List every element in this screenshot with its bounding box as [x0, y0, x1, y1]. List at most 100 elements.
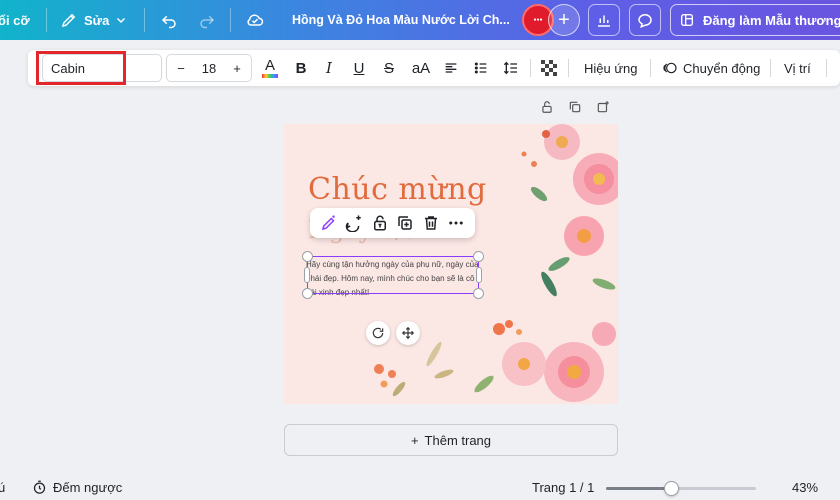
divider [144, 8, 145, 32]
spacing-button[interactable] [500, 54, 522, 82]
resize-button[interactable]: ổi cỡ [0, 0, 30, 40]
decrease-size-button[interactable]: − [167, 61, 195, 76]
line-spacing-icon [503, 61, 517, 75]
bottom-bar: ú Đếm ngược Trang 1 / 1 43% [0, 476, 840, 500]
align-button[interactable] [440, 54, 462, 82]
effects-label: Hiệu ứng [584, 60, 638, 76]
rotate-icon [372, 327, 384, 339]
animate-button[interactable]: Chuyển động [662, 54, 760, 82]
chevron-down-icon [117, 17, 126, 24]
notes-label-fragment: ú [0, 480, 6, 495]
position-button[interactable]: Vị trí [784, 54, 811, 82]
headline-text[interactable]: Chúc mừng [308, 172, 487, 207]
animate-label: Chuyển động [683, 60, 761, 76]
cloud-save-button[interactable] [240, 5, 270, 35]
duplicate-page-icon[interactable] [568, 100, 582, 114]
bold-button[interactable]: B [290, 54, 312, 82]
magic-edit-icon[interactable] [320, 214, 338, 232]
underline-icon: U [353, 59, 365, 77]
element-context-menu [310, 208, 475, 238]
move-icon [401, 326, 415, 340]
timer-label: Đếm ngược [53, 480, 123, 495]
zoom-slider-fill [606, 487, 671, 490]
duplicate-icon[interactable] [396, 214, 414, 232]
resize-handle-right[interactable] [476, 267, 482, 283]
lock-icon[interactable] [540, 100, 554, 114]
timer-icon [33, 480, 46, 494]
bold-icon: B [295, 59, 307, 77]
insights-button[interactable] [588, 4, 620, 36]
lock-element-icon[interactable] [371, 214, 389, 232]
undo-button[interactable] [154, 5, 184, 35]
italic-icon: I [326, 59, 332, 77]
transparency-button[interactable] [538, 54, 560, 82]
divider [568, 59, 569, 77]
resize-handle-top-left[interactable] [302, 251, 313, 262]
divider [650, 59, 651, 77]
italic-button[interactable]: I [318, 54, 340, 82]
font-size-stepper[interactable]: − 18 + [166, 54, 252, 82]
comment-icon [638, 14, 652, 28]
bullet-list-icon [474, 62, 487, 74]
font-size-value[interactable]: 18 [195, 61, 223, 76]
comment-add-icon[interactable] [345, 214, 363, 232]
animation-icon [663, 62, 677, 74]
case-label: aA [411, 59, 431, 77]
increase-size-button[interactable]: + [223, 61, 251, 76]
list-button[interactable] [470, 54, 492, 82]
redo-icon [200, 15, 215, 29]
add-page-label: Thêm trang [424, 432, 492, 448]
align-left-icon [445, 63, 457, 73]
strikethrough-button[interactable]: S [378, 54, 400, 82]
text-case-button[interactable]: aA [408, 54, 434, 82]
strikethrough-icon: S [383, 59, 394, 77]
text-selection-box[interactable] [307, 256, 479, 294]
notes-button[interactable]: ú [0, 480, 5, 495]
position-label: Vị trí [784, 60, 811, 76]
document-title[interactable]: Hồng Và Đỏ Hoa Màu Nước Lời Ch... [292, 0, 510, 40]
underline-button[interactable]: U [348, 54, 370, 82]
resize-handle-top-right[interactable] [473, 251, 484, 262]
zoom-slider-knob[interactable] [664, 481, 679, 496]
divider [46, 8, 47, 32]
edit-label: Sửa [84, 12, 110, 28]
text-color-button[interactable]: A [258, 54, 282, 82]
effects-button[interactable]: Hiệu ứng [584, 54, 638, 82]
redo-button[interactable] [192, 5, 222, 35]
color-strip [262, 73, 278, 78]
rotate-button[interactable] [366, 321, 390, 345]
zoom-slider[interactable] [606, 481, 756, 496]
resize-handle-left[interactable] [304, 267, 310, 283]
text-format-toolbar: Cabin − 18 + A B I U S aA Hiệu ứng Chuyể… [28, 50, 840, 86]
plus-icon: + [410, 432, 419, 448]
comments-button[interactable] [629, 4, 661, 36]
cloud-check-icon [247, 14, 264, 26]
divider [826, 59, 827, 77]
divider [770, 59, 771, 77]
add-collaborator-button[interactable]: + [548, 4, 580, 36]
divider [230, 8, 231, 32]
transparency-icon [541, 60, 557, 76]
resize-handle-bottom-right[interactable] [473, 288, 484, 299]
publish-template-button[interactable]: Đăng làm Mẫu thương hi [670, 4, 840, 36]
more-options-icon[interactable] [447, 214, 465, 232]
timer-button[interactable]: Đếm ngược [32, 480, 122, 495]
zoom-level-button[interactable]: 43% [792, 480, 818, 495]
bar-chart-icon [598, 15, 610, 27]
publish-label: Đăng làm Mẫu thương hi [703, 12, 840, 28]
edit-menu-button[interactable]: Sửa [60, 0, 127, 40]
add-page-icon[interactable] [596, 100, 610, 114]
add-page-button[interactable]: + Thêm trang [284, 424, 618, 456]
page-indicator: Trang 1 / 1 [532, 480, 595, 495]
zoom-level: 43% [792, 480, 819, 495]
pencil-icon [61, 13, 76, 28]
template-icon [681, 14, 693, 26]
top-bar: ổi cỡ Sửa Hồng Và Đỏ Hoa Màu Nước Lời Ch… [0, 0, 840, 40]
divider [530, 59, 531, 77]
page-tools [540, 100, 610, 118]
move-button[interactable] [396, 321, 420, 345]
text-color-icon: A [264, 56, 275, 74]
trash-icon[interactable] [422, 214, 440, 232]
resize-handle-bottom-left[interactable] [302, 288, 313, 299]
page-indicator-button[interactable]: Trang 1 / 1 [532, 480, 594, 495]
